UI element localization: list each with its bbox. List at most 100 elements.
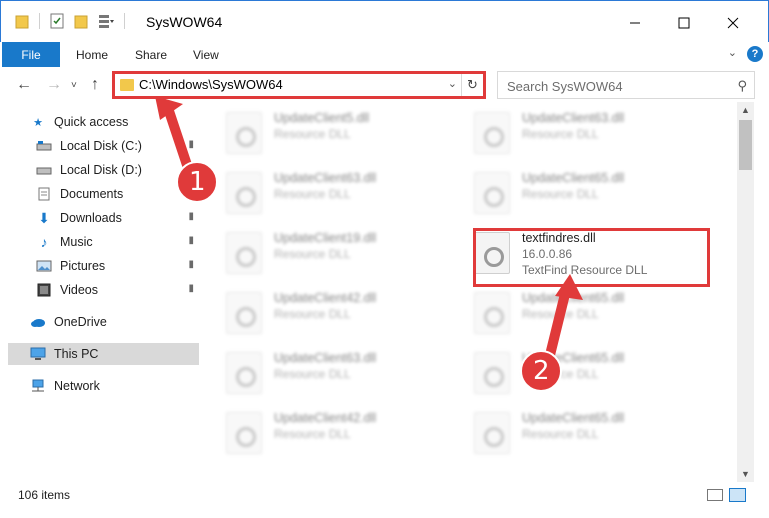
folder-icon	[120, 79, 134, 91]
search-icon: ⚲	[737, 78, 747, 93]
selected-file-highlight	[473, 228, 710, 287]
file-name: UpdateClient19.dll	[274, 231, 377, 245]
list-item[interactable]: UpdateClient42.dll Resource DLL	[220, 284, 450, 338]
list-item[interactable]: UpdateClient63.dll Resource DLL	[220, 344, 450, 398]
sidebar-item-downloads[interactable]: ⬇ Downloads ▮	[36, 207, 200, 229]
pin-icon[interactable]: ▮	[188, 235, 194, 246]
search-input[interactable]: Search SysWOW64 ⚲	[497, 71, 755, 99]
properties-icon[interactable]	[50, 13, 64, 29]
pin-icon[interactable]: ▮	[188, 139, 194, 150]
file-type: Resource DLL	[274, 307, 351, 321]
recent-locations-icon[interactable]: ˅	[71, 80, 77, 91]
documents-icon	[36, 187, 52, 201]
sidebar-item-this-pc[interactable]: This PC	[8, 343, 199, 365]
file-name: UpdateClient65.dll	[522, 411, 625, 425]
videos-icon	[36, 283, 52, 297]
list-item[interactable]: UpdateClient63.dll Resource DLL	[468, 104, 698, 158]
sidebar-item-label: Videos	[60, 283, 98, 297]
file-name: UpdateClient5.dll	[274, 111, 370, 125]
close-button[interactable]	[710, 9, 756, 37]
separator	[39, 13, 40, 29]
step-1-label: 1	[189, 167, 206, 197]
file-name: UpdateClient65.dll	[522, 291, 625, 305]
search-placeholder: Search SysWOW64	[507, 79, 623, 94]
star-icon: ★	[33, 116, 43, 129]
file-type: Resource DLL	[274, 247, 351, 261]
scroll-up-icon[interactable]: ▲	[737, 102, 754, 118]
sidebar-item-quick-access[interactable]: ★ Quick access	[30, 111, 230, 133]
dll-file-icon	[474, 292, 510, 334]
list-item[interactable]: UpdateClient65.dll Resource DLL	[468, 404, 698, 458]
sidebar-item-label: This PC	[54, 347, 99, 361]
status-bar: 106 items	[0, 482, 769, 518]
pin-icon[interactable]: ▮	[188, 283, 194, 294]
list-item[interactable]: UpdateClient42.dll Resource DLL	[220, 404, 450, 458]
sidebar-item-documents[interactable]: Documents	[36, 183, 200, 205]
pin-icon[interactable]: ▮	[188, 259, 194, 270]
sidebar-item-label: Music	[60, 235, 93, 249]
sidebar-item-local-disk-c[interactable]: Local Disk (C:) ▮	[36, 135, 200, 157]
sidebar-item-music[interactable]: ♪ Music ▮	[36, 231, 200, 253]
up-button[interactable]: ↑	[91, 76, 99, 94]
minimize-icon	[630, 22, 640, 24]
navigation-pane: ★ Quick access Local Disk (C:) ▮ Local D…	[0, 102, 210, 482]
chevron-down-icon[interactable]: ⌄	[448, 77, 457, 90]
sidebar-item-pictures[interactable]: Pictures ▮	[36, 255, 200, 277]
list-item[interactable]: UpdateClient19.dll Resource DLL	[220, 224, 450, 278]
tab-share[interactable]: Share	[135, 42, 167, 67]
step-2-label: 2	[533, 356, 550, 386]
minimize-button[interactable]	[612, 9, 658, 37]
file-type: Resource DLL	[522, 427, 599, 441]
list-item[interactable]: UpdateClient63.dll Resource DLL	[220, 164, 450, 218]
vertical-scrollbar[interactable]: ▲ ▼	[737, 102, 754, 482]
address-bar[interactable]: C:\Windows\SysWOW64 ⌄ ↻	[112, 71, 486, 99]
list-item[interactable]: UpdateClient65.dll Resource DLL	[468, 284, 698, 338]
tab-home[interactable]: Home	[76, 42, 108, 67]
scroll-down-icon[interactable]: ▼	[737, 466, 754, 482]
address-path[interactable]: C:\Windows\SysWOW64	[139, 77, 283, 92]
close-icon	[727, 17, 739, 29]
scroll-thumb[interactable]	[739, 120, 752, 170]
dll-file-icon	[226, 232, 262, 274]
file-type: Resource DLL	[522, 127, 599, 141]
file-type: Resource DLL	[274, 127, 351, 141]
dll-file-icon	[226, 412, 262, 454]
sidebar-item-videos[interactable]: Videos ▮	[36, 279, 200, 301]
computer-icon	[30, 347, 46, 361]
sidebar-item-label: Pictures	[60, 259, 106, 273]
list-item[interactable]: UpdateClient65.dll Resource DLL	[468, 164, 698, 218]
tiles-view-icon[interactable]	[729, 488, 746, 502]
help-button[interactable]: ?	[747, 46, 763, 62]
sidebar-item-label: Network	[54, 379, 100, 393]
network-icon	[30, 379, 46, 393]
file-name: UpdateClient63.dll	[274, 171, 377, 185]
sidebar-item-label: Downloads	[60, 211, 122, 225]
maximize-icon	[678, 17, 690, 29]
new-folder-icon[interactable]	[74, 13, 88, 29]
dll-file-icon	[474, 412, 510, 454]
quick-access-toolbar	[15, 13, 125, 29]
forward-button[interactable]: →	[46, 76, 62, 94]
refresh-button[interactable]: ↻	[461, 74, 483, 96]
dll-file-icon	[226, 172, 262, 214]
details-view-icon[interactable]	[707, 489, 723, 501]
maximize-button[interactable]	[661, 9, 707, 37]
list-item[interactable]: UpdateClient5.dll Resource DLL	[220, 104, 450, 158]
sidebar-item-onedrive[interactable]: OneDrive	[30, 311, 200, 333]
pin-icon[interactable]: ▮	[188, 211, 194, 222]
sidebar-item-label: Local Disk (D:)	[60, 163, 142, 177]
sidebar-item-label: Quick access	[54, 115, 129, 129]
tab-file[interactable]: File	[2, 42, 60, 67]
back-button[interactable]: ←	[16, 76, 32, 94]
music-icon: ♪	[40, 234, 48, 250]
sidebar-item-network[interactable]: Network	[30, 375, 200, 397]
list-item[interactable]: UpdateClient65.dll Resource DLL	[468, 344, 698, 398]
expand-ribbon-icon[interactable]: ⌄	[728, 46, 737, 59]
pictures-icon	[36, 259, 52, 273]
customize-toolbar-icon[interactable]	[98, 13, 114, 29]
dll-file-icon	[226, 112, 262, 154]
item-count: 106 items	[18, 488, 71, 502]
sidebar-item-local-disk-d[interactable]: Local Disk (D:)	[36, 159, 200, 181]
tab-view[interactable]: View	[193, 42, 219, 67]
ribbon: File Home Share View ⌄ ?	[0, 42, 769, 68]
